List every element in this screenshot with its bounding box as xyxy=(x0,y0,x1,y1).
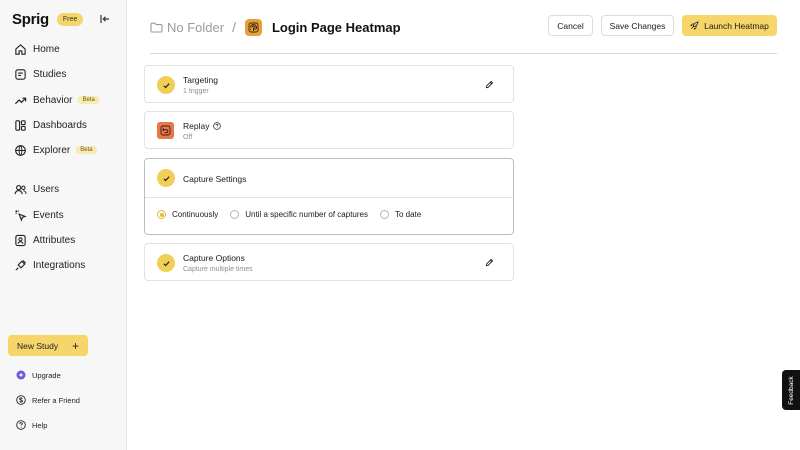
heatmap-study-icon xyxy=(244,18,262,36)
header-divider xyxy=(150,53,777,54)
sidebar-item-label: Studies xyxy=(33,68,67,80)
new-study-button[interactable]: New Study + xyxy=(8,335,88,356)
replay-title: Replay xyxy=(183,121,210,131)
sidebar-footer-upgrade[interactable]: Upgrade xyxy=(16,368,61,382)
pencil-icon[interactable] xyxy=(485,80,494,89)
radio-label: To date xyxy=(394,210,422,219)
breadcrumb-separator: / xyxy=(232,19,236,35)
radio-to-date[interactable]: To date xyxy=(379,210,422,219)
sidebar-item-home[interactable]: Home xyxy=(14,39,119,59)
plus-icon: + xyxy=(71,338,79,353)
dollar-icon xyxy=(16,395,26,405)
trend-icon xyxy=(14,97,27,104)
capture-settings-title: Capture Settings xyxy=(183,174,247,184)
pencil-icon[interactable] xyxy=(485,258,494,267)
replay-title-row: Replay xyxy=(183,121,222,131)
new-study-label: New Study xyxy=(17,340,59,351)
capture-mode-radio-group: Continuously Until a specific number of … xyxy=(157,210,433,219)
sidebar-item-label: Explorer xyxy=(33,144,71,156)
targeting-subtitle: 1 trigger xyxy=(183,88,209,95)
sidebar: Sprig Free Home Studies Behavior Beta Da… xyxy=(0,0,127,450)
card-divider xyxy=(145,197,513,198)
feedback-label: Feedback xyxy=(787,375,795,405)
dashboards-icon xyxy=(15,119,26,131)
check-icon xyxy=(157,169,175,187)
sidebar-item-label: Home xyxy=(33,43,60,55)
logo-row: Sprig Free xyxy=(12,10,117,28)
replay-subtitle: Off xyxy=(183,134,193,141)
cursor-click-icon xyxy=(15,209,27,222)
studies-icon xyxy=(15,68,26,80)
radio-continuously[interactable]: Continuously xyxy=(157,210,218,219)
radio-button[interactable] xyxy=(379,210,389,219)
folder-icon xyxy=(150,22,163,33)
sidebar-item-label: Events xyxy=(33,209,64,221)
sidebar-item-integrations[interactable]: Integrations xyxy=(14,255,119,275)
sidebar-item-explorer[interactable]: Explorer Beta xyxy=(14,140,119,160)
beta-badge: Beta xyxy=(76,146,97,154)
sidebar-item-dashboards[interactable]: Dashboards xyxy=(14,115,119,135)
capture-options-subtitle: Capture multiple times xyxy=(183,266,253,273)
help-icon xyxy=(16,420,26,430)
check-icon xyxy=(157,76,175,94)
radio-label: Until a specific number of captures xyxy=(245,210,368,219)
sidebar-footer-help[interactable]: Help xyxy=(16,418,47,432)
rocket-icon xyxy=(690,21,699,30)
sidebar-footer-refer[interactable]: Refer a Friend xyxy=(16,393,80,407)
sidebar-item-label: Users xyxy=(33,183,60,195)
feedback-tab[interactable]: Feedback xyxy=(782,370,800,410)
help-label: Help xyxy=(32,420,48,430)
targeting-card[interactable]: Targeting 1 trigger xyxy=(144,65,514,103)
capture-settings-card: Capture Settings Continuously Until a sp… xyxy=(144,158,514,235)
plug-icon xyxy=(15,259,27,271)
sidebar-item-users[interactable]: Users xyxy=(14,179,119,199)
globe-icon xyxy=(15,144,26,156)
home-icon xyxy=(15,43,26,55)
help-circle-icon[interactable] xyxy=(213,122,222,130)
targeting-title: Targeting xyxy=(183,75,218,85)
refer-label: Refer a Friend xyxy=(32,395,80,405)
app-logo[interactable]: Sprig xyxy=(12,11,49,28)
radio-button-selected[interactable] xyxy=(157,210,166,219)
fingerprint-icon xyxy=(248,22,259,32)
launch-heatmap-button[interactable]: Launch Heatmap xyxy=(682,15,777,36)
breadcrumb-folder[interactable]: No Folder xyxy=(167,20,224,35)
capture-options-title: Capture Options xyxy=(183,253,245,263)
sidebar-item-label: Integrations xyxy=(33,259,86,271)
sparkle-icon xyxy=(16,370,26,380)
sidebar-item-label: Attributes xyxy=(33,234,76,246)
radio-until-number[interactable]: Until a specific number of captures xyxy=(230,210,368,219)
save-changes-button[interactable]: Save Changes xyxy=(601,15,674,36)
capture-options-card[interactable]: Capture Options Capture multiple times xyxy=(144,243,514,281)
cancel-button[interactable]: Cancel xyxy=(548,15,593,36)
sidebar-item-events[interactable]: Events xyxy=(14,205,119,225)
page-header: No Folder / Login Page Heatmap Cancel Sa… xyxy=(127,0,800,54)
check-icon xyxy=(157,254,175,272)
sidebar-item-label: Behavior xyxy=(33,94,73,106)
contact-card-icon xyxy=(15,234,26,246)
sidebar-item-attributes[interactable]: Attributes xyxy=(14,230,119,250)
users-icon xyxy=(14,184,27,194)
breadcrumb: No Folder / Login Page Heatmap xyxy=(150,17,401,37)
sidebar-item-behavior[interactable]: Behavior Beta xyxy=(14,90,119,110)
launch-heatmap-label: Launch Heatmap xyxy=(704,20,769,31)
radio-label: Continuously xyxy=(172,210,219,219)
sidebar-item-studies[interactable]: Studies xyxy=(14,64,119,84)
sidebar-item-label: Dashboards xyxy=(33,119,87,131)
replay-icon xyxy=(157,122,174,139)
upgrade-label: Upgrade xyxy=(32,370,61,380)
plan-badge: Free xyxy=(56,12,84,26)
collapse-sidebar-icon[interactable] xyxy=(99,13,111,25)
page-title: Login Page Heatmap xyxy=(271,19,401,35)
beta-badge: Beta xyxy=(78,96,99,104)
radio-button[interactable] xyxy=(230,210,240,219)
replay-card[interactable]: Replay Off xyxy=(144,111,514,149)
